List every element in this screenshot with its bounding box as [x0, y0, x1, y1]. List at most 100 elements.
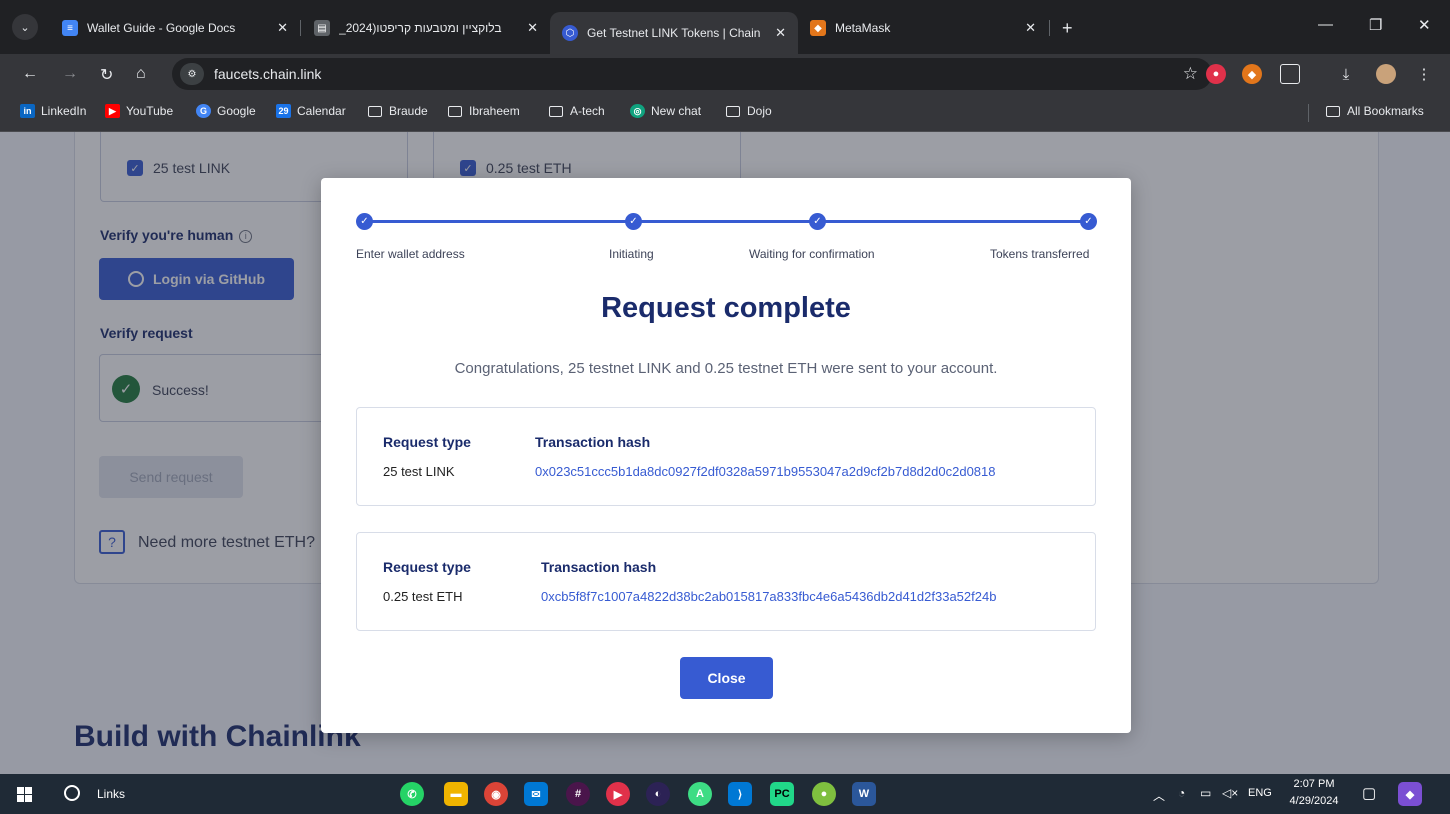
pycharm-icon[interactable]: PC [770, 782, 794, 806]
url-text[interactable]: faucets.chain.link [214, 66, 321, 82]
bookmark-linkedin[interactable]: in LinkedIn [20, 104, 86, 118]
modal-message: Congratulations, 25 testnet LINK and 0.2… [454, 360, 998, 377]
folder-icon [368, 105, 382, 117]
eclipse-icon[interactable]: ◐ [646, 782, 670, 806]
file-explorer-icon[interactable]: ▬ [444, 782, 468, 806]
google-docs-icon: ≡ [62, 20, 78, 36]
transaction-hash-header: Transaction hash [535, 434, 651, 450]
bookmark-braude[interactable]: Braude [368, 104, 428, 118]
folder-icon [448, 105, 462, 117]
bookmark-google[interactable]: G Google [196, 104, 256, 118]
bookmark-calendar[interactable]: 29 Calendar [276, 104, 346, 118]
folder-icon [1326, 105, 1340, 117]
tab-wallet-guide[interactable]: ≡ Wallet Guide - Google Docs ✕ [50, 12, 300, 44]
windows-start-icon[interactable] [17, 787, 32, 802]
clock-date[interactable]: 4/29/2024 [1288, 795, 1340, 807]
close-button[interactable]: Close [680, 657, 773, 699]
search-icon[interactable] [64, 785, 80, 801]
metamask-icon: ◆ [810, 20, 826, 36]
volume-muted-icon[interactable]: ◁× [1222, 786, 1238, 800]
bookmark-dojo[interactable]: Dojo [726, 104, 772, 118]
all-bookmarks[interactable]: All Bookmarks [1326, 104, 1424, 118]
close-tab-icon[interactable]: ✕ [775, 25, 786, 41]
step-check-icon: ✓ [809, 213, 826, 230]
step-check-icon: ✓ [356, 213, 373, 230]
step-label: Waiting for confirmation [749, 247, 875, 261]
tab-search-button[interactable]: ⌄ [12, 14, 38, 40]
step-label: Enter wallet address [356, 247, 465, 261]
youtube-icon: ▶ [105, 104, 120, 118]
bookmark-a-tech[interactable]: A-tech [549, 104, 605, 118]
transaction-hash-link[interactable]: 0xcb5f8f7c1007a4822d38bc2ab015817a833fbc… [541, 589, 996, 604]
word-icon[interactable]: W [852, 782, 876, 806]
youtube-music-icon[interactable]: ▶ [606, 782, 630, 806]
extension-red-icon[interactable]: ● [1206, 64, 1226, 84]
whatsapp-icon[interactable]: ✆ [400, 782, 424, 806]
address-bar[interactable]: ⚙ faucets.chain.link ☆ [172, 58, 1212, 90]
step-check-icon: ✓ [1080, 213, 1097, 230]
app-globe-icon[interactable]: ● [812, 782, 836, 806]
request-type-value: 25 test LINK [383, 464, 455, 479]
modal-title: Request complete [601, 292, 851, 324]
profile-avatar[interactable] [1376, 64, 1396, 84]
battery-icon[interactable]: ▭ [1200, 786, 1211, 800]
notifications-icon[interactable]: ▢ [1362, 784, 1376, 802]
vscode-icon[interactable]: ⟩ [728, 782, 752, 806]
slack-icon[interactable]: # [566, 782, 590, 806]
google-icon: G [196, 104, 211, 118]
minimize-icon[interactable]: — [1318, 16, 1333, 33]
tab-blockchain-doc[interactable]: ▤ בלוקציין ומטבעות קריפטו(2024_ ✕ [302, 12, 550, 44]
tray-chevron-icon[interactable]: ︿ [1153, 787, 1165, 804]
linkedin-icon: in [20, 104, 35, 118]
forward-icon[interactable]: → [62, 65, 78, 83]
close-tab-icon[interactable]: ✕ [527, 20, 538, 36]
tab-chainlink-faucet[interactable]: ⬡ Get Testnet LINK Tokens | Chain ✕ [550, 12, 798, 54]
copilot-icon[interactable]: ◆ [1398, 782, 1422, 806]
language-indicator[interactable]: ENG [1248, 787, 1272, 799]
restore-icon[interactable]: ❐ [1369, 16, 1382, 34]
progress-bar [365, 220, 1089, 223]
tab-separator [300, 20, 301, 36]
document-icon: ▤ [314, 20, 330, 36]
close-tab-icon[interactable]: ✕ [277, 20, 288, 36]
home-icon[interactable]: ⌂ [136, 65, 146, 83]
metamask-extension-icon[interactable]: ◆ [1242, 64, 1262, 84]
bookmark-new-chat[interactable]: ◎ New chat [630, 104, 701, 118]
transaction-hash-link[interactable]: 0x023c51ccc5b1da8dc0927f2df0328a5971b955… [535, 464, 995, 479]
request-type-header: Request type [383, 434, 471, 450]
tab-metamask[interactable]: ◆ MetaMask ✕ [798, 12, 1048, 44]
android-studio-icon[interactable]: A [688, 782, 712, 806]
download-icon[interactable]: ⤓ [1336, 64, 1356, 84]
request-type-header: Request type [383, 559, 471, 575]
window-close-icon[interactable]: ✕ [1418, 16, 1431, 34]
taskbar-search-label[interactable]: Links [97, 787, 125, 801]
bookmarks-bar: in LinkedIn ▶ YouTube G Google 29 Calend… [0, 94, 1450, 132]
transaction-hash-header: Transaction hash [541, 559, 657, 575]
browser-toolbar: ← → ↻ ⌂ ⚙ faucets.chain.link ☆ ● ◆ ⤓ ⋮ [0, 54, 1450, 94]
bookmark-youtube[interactable]: ▶ YouTube [105, 104, 173, 118]
mail-icon[interactable]: ✉ [524, 782, 548, 806]
menu-icon[interactable]: ⋮ [1414, 64, 1434, 84]
bookmark-star-icon[interactable]: ☆ [1183, 64, 1198, 84]
transaction-card: Request type Transaction hash 0.25 test … [356, 532, 1096, 631]
step-label: Initiating [609, 247, 654, 261]
close-tab-icon[interactable]: ✕ [1025, 20, 1036, 36]
chrome-icon[interactable]: ◉ [484, 782, 508, 806]
browser-tab-bar: ⌄ ≡ Wallet Guide - Google Docs ✕ ▤ בלוקצ… [0, 0, 1450, 54]
calendar-icon: 29 [276, 104, 291, 118]
request-complete-modal: ✓ ✓ ✓ ✓ Enter wallet address Initiating … [321, 178, 1131, 733]
step-check-icon: ✓ [625, 213, 642, 230]
chainlink-icon: ⬡ [562, 25, 578, 41]
wifi-icon[interactable]: ◔ [1178, 786, 1185, 800]
clock-time[interactable]: 2:07 PM [1292, 778, 1336, 790]
tab-separator [1049, 20, 1050, 36]
back-icon[interactable]: ← [22, 65, 38, 83]
bookmark-ibraheem[interactable]: Ibraheem [448, 104, 520, 118]
windows-taskbar: Links ✆ ▬ ◉ ✉ # ▶ ◐ A ⟩ PC ● W ︿ ◔ ▭ ◁× … [0, 774, 1450, 814]
site-info-icon[interactable]: ⚙ [180, 63, 204, 85]
extensions-icon[interactable] [1280, 64, 1300, 84]
reload-icon[interactable]: ↻ [100, 65, 113, 85]
bookmarks-separator [1308, 104, 1309, 122]
folder-icon [549, 105, 563, 117]
new-tab-button[interactable]: + [1062, 18, 1073, 39]
